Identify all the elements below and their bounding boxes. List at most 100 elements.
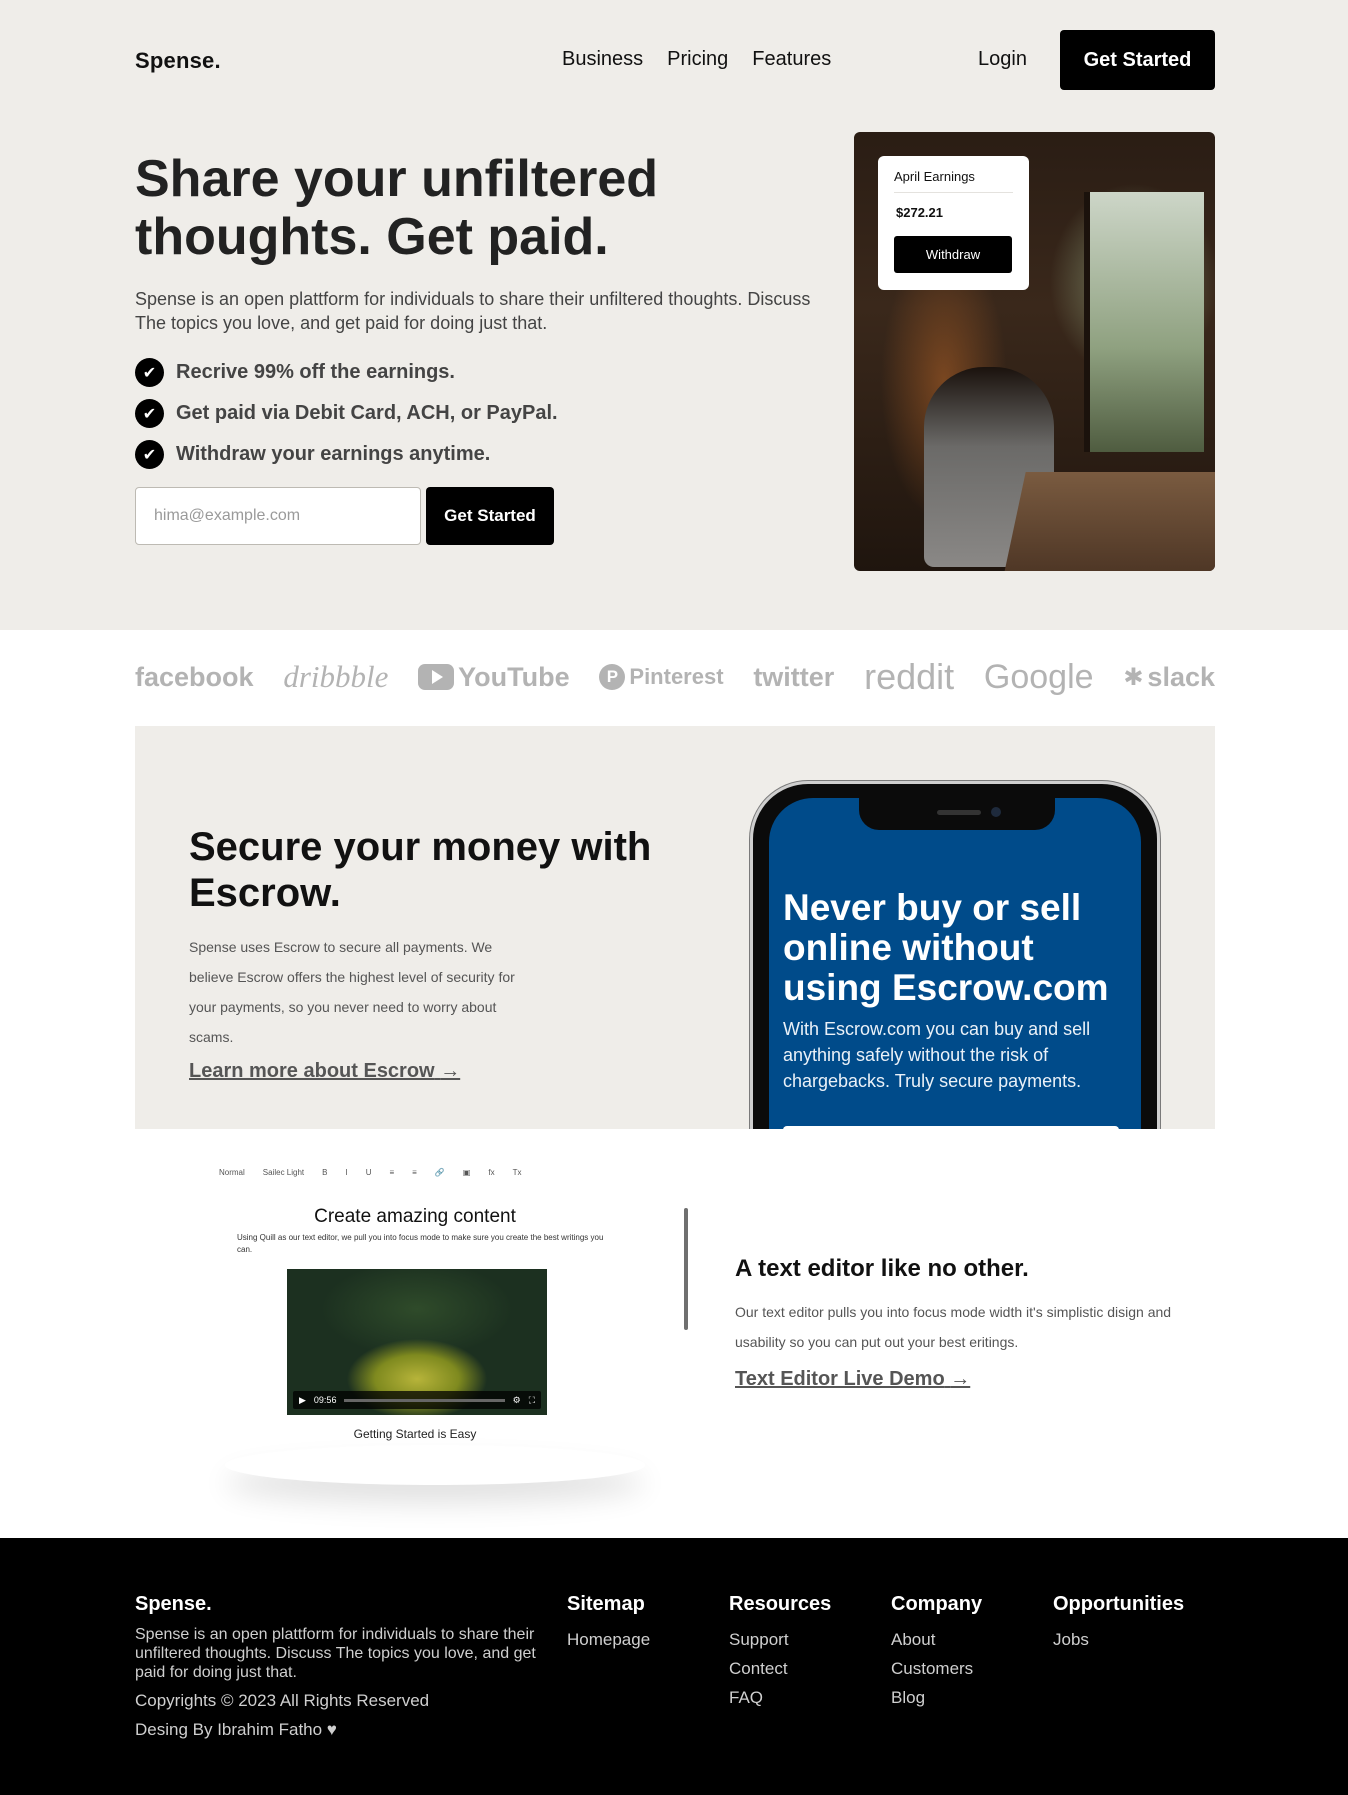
phone-notch (859, 798, 1055, 830)
format-select: Normal (219, 1168, 245, 1177)
phone-screen: Never buy or sell online without using E… (769, 798, 1141, 1129)
earnings-amount: $272.21 (896, 205, 943, 220)
dribbble-logo: dribbble (283, 659, 389, 694)
nav-link-pricing[interactable]: Pricing (667, 48, 728, 71)
font-select: Sailec Light (262, 1168, 305, 1177)
check-icon: ✔ (135, 440, 164, 469)
footer-description: Spense is an open plattform for individu… (135, 1626, 536, 1681)
get-started-button[interactable]: Get Started (1060, 30, 1215, 90)
feature-list: ✔ Recrive 99% off the earnings. ✔ Get pa… (135, 352, 558, 475)
editor-preview-text: Using Quill as our text editor, we pull … (237, 1233, 604, 1254)
settings-icon: ⚙ (512, 1394, 521, 1405)
hero-get-started-button[interactable]: Get Started (426, 487, 554, 545)
top-nav: Spense. Business Pricing Features Login … (135, 30, 1215, 90)
underline-icon: U (365, 1168, 372, 1177)
editor-preview-caption: Getting Started is Easy (353, 1427, 477, 1441)
phone-body: With Escrow.com you can buy and sell any… (783, 1019, 1091, 1091)
camera-icon (991, 807, 1001, 817)
arrow-right-icon: → (950, 1368, 971, 1390)
hero-section: Spense. Business Pricing Features Login … (0, 0, 1348, 630)
video-progress (344, 1398, 505, 1402)
logo[interactable]: Spense. (135, 48, 221, 74)
escrow-section: Secure your money with Escrow. Spense us… (135, 726, 1215, 1129)
clear-format-icon: Tx (512, 1168, 522, 1177)
phone-mockup: Never buy or sell online without using E… (750, 781, 1160, 1129)
hero-photo: April Earnings $272.21 Withdraw (854, 132, 1215, 571)
footer-link-customers[interactable]: Customers (891, 1654, 982, 1683)
pinterest-wordmark: Pinterest (629, 664, 724, 689)
footer-link-faq[interactable]: FAQ (729, 1683, 831, 1712)
partner-logos: facebook dribbble YouTube P Pinterest tw… (135, 652, 1215, 702)
editor-shadow (225, 1445, 645, 1485)
feature-item: ✔ Withdraw your earnings anytime. (135, 434, 558, 475)
video-time: 09:56 (313, 1395, 337, 1405)
editor-demo-link[interactable]: Text Editor Live Demo → (735, 1368, 970, 1391)
speaker-icon (937, 810, 981, 815)
escrow-text: Spense uses Escrow to secure all payment… (189, 939, 515, 1045)
pinterest-logo: P Pinterest (599, 664, 724, 690)
footer-link-blog[interactable]: Blog (891, 1683, 982, 1712)
check-icon: ✔ (135, 358, 164, 387)
image-icon: ▣ (462, 1168, 471, 1177)
divider (684, 1208, 688, 1330)
nav-link-business[interactable]: Business (562, 48, 643, 71)
footer-logo[interactable]: Spense. (135, 1593, 212, 1616)
editor-video: ▶ 09:56 ⚙ ⛶ (287, 1269, 547, 1415)
escrow-title: Secure your money with Escrow. (189, 825, 652, 915)
photo-table (1002, 472, 1215, 571)
feature-label: Recrive 99% off the earnings. (176, 361, 455, 383)
fullscreen-icon: ⛶ (528, 1394, 535, 1405)
editor-demo-label: Text Editor Live Demo (735, 1368, 945, 1390)
italic-icon: I (345, 1168, 348, 1177)
footer-link-about[interactable]: About (891, 1625, 982, 1654)
video-controls: ▶ 09:56 ⚙ ⛶ (293, 1391, 541, 1409)
feature-label: Get paid via Debit Card, ACH, or PayPal. (176, 402, 558, 424)
email-input[interactable] (135, 487, 421, 545)
bullet-list-icon: ≡ (412, 1168, 417, 1177)
footer-col-title: Sitemap (567, 1593, 645, 1615)
bold-icon: B (322, 1168, 328, 1177)
ordered-list-icon: ≡ (389, 1168, 395, 1177)
youtube-wordmark: YouTube (458, 661, 570, 692)
footer-designer: Desing By Ibrahim Fatho ♥ (135, 1720, 337, 1739)
twitter-logo: twitter (753, 661, 835, 692)
editor-text: Our text editor pulls you into focus mod… (735, 1304, 1172, 1350)
footer-link-support[interactable]: Support (729, 1625, 831, 1654)
login-link[interactable]: Login (978, 48, 1027, 71)
learn-more-escrow-link[interactable]: Learn more about Escrow → (189, 1060, 460, 1083)
nav-links: Business Pricing Features (562, 48, 831, 71)
footer-link-contact[interactable]: Contect (729, 1654, 831, 1683)
hero-title: Share your unfiltered thoughts. Get paid… (135, 150, 658, 266)
photo-window (1084, 192, 1204, 452)
editor-preview: Normal Sailec Light B I U ≡ ≡ 🔗 ▣ fx Tx … (205, 1160, 670, 1460)
footer-col-title: Resources (729, 1593, 832, 1615)
footer-col-title: Company (891, 1593, 983, 1615)
editor-toolbar: Normal Sailec Light B I U ≡ ≡ 🔗 ▣ fx Tx (219, 1168, 522, 1177)
phone-headline: Never buy or sell online without using E… (783, 887, 1109, 1008)
hero-subtitle: Spense is an open plattform for individu… (135, 289, 811, 333)
footer-col-sitemap: Sitemap Homepage (567, 1593, 650, 1654)
slack-logo: ✱ slack (1123, 662, 1215, 693)
earnings-title: April Earnings (894, 169, 1013, 193)
pinterest-icon: P (599, 664, 626, 690)
feature-item: ✔ Recrive 99% off the earnings. (135, 352, 558, 393)
link-icon: 🔗 (434, 1168, 445, 1177)
nav-link-features[interactable]: Features (752, 48, 831, 71)
facebook-logo: facebook (135, 661, 254, 692)
footer: Spense. Spense is an open plattform for … (0, 1538, 1348, 1795)
withdraw-button[interactable]: Withdraw (894, 236, 1012, 273)
editor-preview-heading: Create amazing content (314, 1206, 516, 1227)
youtube-icon (418, 664, 455, 690)
footer-copyright: Copyrights © 2023 All Rights Reserved (135, 1691, 430, 1710)
play-icon: ▶ (299, 1394, 306, 1405)
arrow-right-icon: → (440, 1060, 461, 1082)
check-icon: ✔ (135, 399, 164, 428)
footer-col-resources: Resources Support Contect FAQ (729, 1593, 831, 1712)
phone-input (783, 1126, 1119, 1129)
earnings-card: April Earnings $272.21 Withdraw (878, 156, 1029, 290)
footer-link-homepage[interactable]: Homepage (567, 1625, 650, 1654)
youtube-logo: YouTube (418, 661, 570, 693)
reddit-logo: reddit (864, 656, 955, 697)
footer-col-opportunities: Opportunities Jobs (1053, 1593, 1184, 1654)
footer-link-jobs[interactable]: Jobs (1053, 1625, 1184, 1654)
